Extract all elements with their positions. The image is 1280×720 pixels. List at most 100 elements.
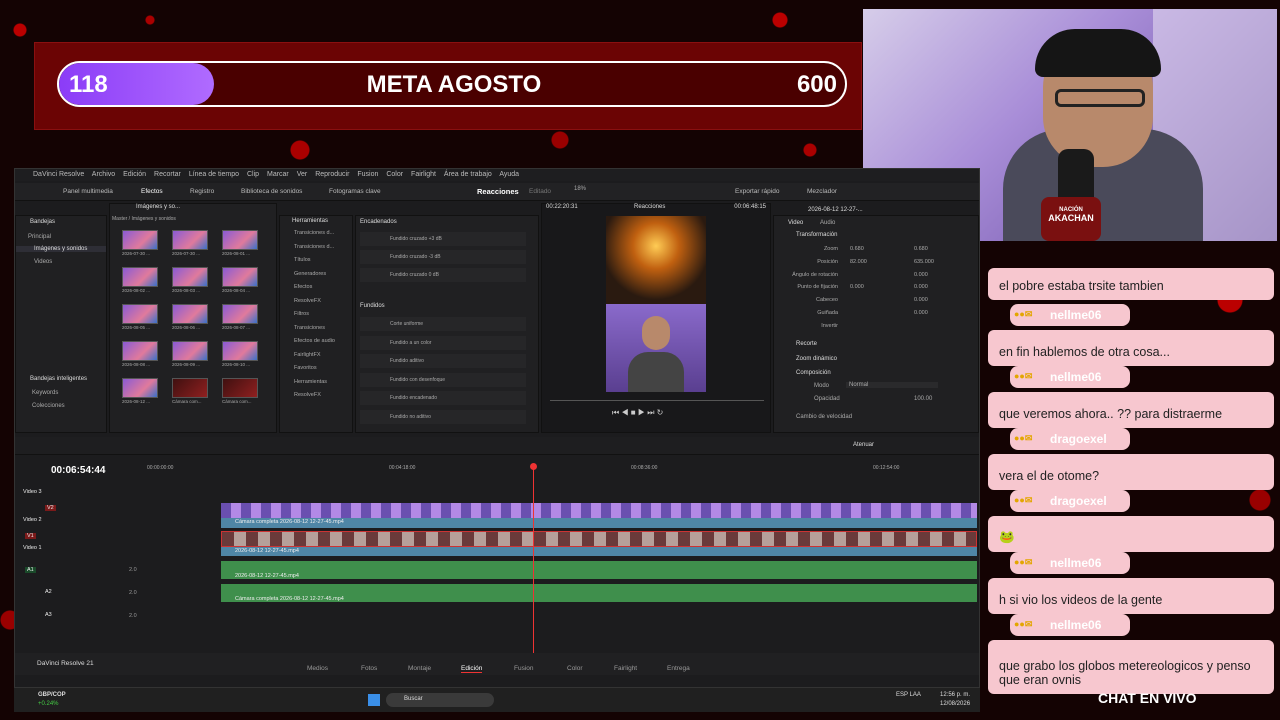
menu-item[interactable]: Ver <box>297 171 308 178</box>
media-thumbnail[interactable] <box>222 230 258 250</box>
clip-v2-thumbs[interactable] <box>221 503 977 519</box>
tools-item[interactable]: Filtros <box>294 311 309 317</box>
tools-item[interactable]: FairlightFX <box>294 352 321 358</box>
track-label-a1[interactable]: A1 <box>25 567 36 573</box>
menu-item[interactable]: Línea de tiempo <box>189 171 239 178</box>
inspector-row-x[interactable]: 0.000 <box>850 284 864 290</box>
page-tab-fairlight[interactable]: Fairlight <box>614 665 637 672</box>
menu-item[interactable]: Fusion <box>357 171 378 178</box>
menu-item[interactable]: Fairlight <box>411 171 436 178</box>
page-tab-cut[interactable]: Montaje <box>408 665 431 672</box>
page-tab-fusion[interactable]: Fusion <box>514 665 534 672</box>
fx-item[interactable]: Corte uniforme <box>360 317 526 331</box>
track-label-a3[interactable]: A3 <box>45 612 52 618</box>
media-thumbnail[interactable] <box>222 304 258 324</box>
mode-select[interactable]: Normal <box>846 382 938 388</box>
keyframes-button[interactable]: Fotogramas clave <box>329 188 381 195</box>
timeline-ruler[interactable]: 00:00:00:00 00:04:18:00 00:08:36:00 00:12:5… <box>147 465 979 477</box>
track-label-v1[interactable]: V1 <box>25 533 36 539</box>
tools-item[interactable]: Transiciones d... <box>294 244 334 250</box>
fx-item[interactable]: Fundido cruzado +3 dB <box>360 232 526 246</box>
tools-item[interactable]: Generadores <box>294 271 326 277</box>
menu-item[interactable]: DaVinci Resolve <box>33 171 84 178</box>
mixer-button[interactable]: Mezclador <box>807 188 837 195</box>
page-tab-deliver[interactable]: Entrega <box>667 665 690 672</box>
media-thumbnail[interactable] <box>172 304 208 324</box>
fx-item[interactable]: Fundido cruzado -3 dB <box>360 250 526 264</box>
taskbar-search[interactable]: Buscar <box>386 693 494 707</box>
tools-item[interactable]: Herramientas <box>294 379 327 385</box>
inspector-row-x[interactable]: 0.680 <box>850 246 864 252</box>
attenuate-button[interactable]: Atenuar <box>853 442 874 448</box>
clip-a1[interactable]: 2026-08-12 12-27-45.mp4 <box>221 561 977 579</box>
menu-item[interactable]: Clip <box>247 171 259 178</box>
transport-controls[interactable]: ⏮ ◀ ■ ▶ ⏭ ↻ <box>612 408 663 418</box>
clip-a2[interactable]: Cámara completa 2026-08-12 12-27-45.mp4 <box>221 584 977 602</box>
clock-time[interactable]: 12:56 p. m. <box>940 692 970 698</box>
playhead-handle[interactable] <box>530 463 537 470</box>
menu-item[interactable]: Archivo <box>92 171 115 178</box>
inspector-row-y[interactable]: 0.000 <box>914 297 928 303</box>
tools-item[interactable]: Efectos <box>294 284 312 290</box>
track-volume[interactable]: 2.0 <box>129 590 137 596</box>
playhead[interactable] <box>533 467 534 659</box>
opacity-value[interactable]: 100.00 <box>914 396 932 402</box>
menu-item[interactable]: Marcar <box>267 171 289 178</box>
tools-item[interactable]: Títulos <box>294 257 311 263</box>
smart-bin-item[interactable]: Keywords <box>32 390 58 396</box>
language-indicator[interactable]: ESP LAA <box>896 692 926 698</box>
menu-item[interactable]: Recortar <box>154 171 181 178</box>
track-label-v2[interactable]: V2 <box>45 505 56 511</box>
viewer-scrubber[interactable] <box>550 400 764 401</box>
speed-header[interactable]: Cambio de velocidad <box>796 414 852 420</box>
clip-v2[interactable]: Cámara completa 2026-08-12 12-27-45.mp4 <box>221 518 977 528</box>
tools-item[interactable]: ResolveFX <box>294 392 321 398</box>
sound-library-button[interactable]: Biblioteca de sonidos <box>241 188 302 195</box>
crop-header[interactable]: Recorte <box>796 341 817 347</box>
fx-item[interactable]: Fundido encadenado <box>360 391 526 405</box>
fx-item[interactable]: Fundido aditivo <box>360 354 526 368</box>
track-volume[interactable]: 2.0 <box>129 567 137 573</box>
inspector-row-y[interactable]: 635.000 <box>914 259 934 265</box>
track-label-a2[interactable]: A2 <box>45 589 52 595</box>
media-thumbnail[interactable] <box>172 267 208 287</box>
menu-item[interactable]: Área de trabajo <box>444 171 492 178</box>
effects-button[interactable]: Efectos <box>141 188 163 195</box>
tools-item[interactable]: Transiciones d... <box>294 230 334 236</box>
media-thumbnail[interactable] <box>122 341 158 361</box>
inspector-row-y[interactable]: 0.000 <box>914 310 928 316</box>
tools-item[interactable]: Transiciones <box>294 325 325 331</box>
media-thumbnail[interactable] <box>172 341 208 361</box>
media-thumbnail[interactable] <box>122 378 158 398</box>
inspector-row-x[interactable]: 82.000 <box>850 259 867 265</box>
fx-item[interactable]: Fundido con desenfoque <box>360 372 526 387</box>
media-thumbnail[interactable] <box>222 341 258 361</box>
menu-item[interactable]: Edición <box>123 171 146 178</box>
inspector-row-y[interactable]: 0.000 <box>914 284 928 290</box>
inspector-tab-audio[interactable]: Audio <box>820 220 835 226</box>
fx-item[interactable]: Fundido no aditivo <box>360 409 526 424</box>
fx-item[interactable]: Fundido a un color <box>360 335 526 350</box>
smart-bin-item[interactable]: Colecciones <box>32 403 65 409</box>
track-volume[interactable]: 2.0 <box>129 613 137 619</box>
tools-item[interactable]: Efectos de audio <box>294 338 335 344</box>
clip-v1-thumbs[interactable] <box>221 531 977 547</box>
tools-item[interactable]: ResolveFX <box>294 298 321 304</box>
menu-item[interactable]: Ayuda <box>499 171 519 178</box>
media-thumbnail[interactable] <box>122 267 158 287</box>
fx-item[interactable]: Fundido cruzado 0 dB <box>360 268 526 282</box>
log-button[interactable]: Registro <box>190 188 214 195</box>
page-tab-photos[interactable]: Fotos <box>361 665 377 672</box>
dynamic-zoom-header[interactable]: Zoom dinámico <box>796 356 837 362</box>
media-thumbnail[interactable] <box>122 230 158 250</box>
quick-export-button[interactable]: Exportar rápido <box>735 188 779 195</box>
viewer-zoom[interactable]: 18% <box>574 186 586 192</box>
inspector-tab-video[interactable]: Video <box>788 220 803 226</box>
clock-date[interactable]: 12/08/2026 <box>940 701 970 707</box>
menu-item[interactable]: Color <box>386 171 403 178</box>
bin-root[interactable]: Principal <box>28 234 51 240</box>
page-tab-media[interactable]: Medios <box>307 665 328 672</box>
clip-v1[interactable]: 2026-08-12 12-27-45.mp4 <box>221 547 977 556</box>
windows-icon[interactable] <box>368 694 380 706</box>
tools-item[interactable]: Favoritos <box>294 365 317 371</box>
